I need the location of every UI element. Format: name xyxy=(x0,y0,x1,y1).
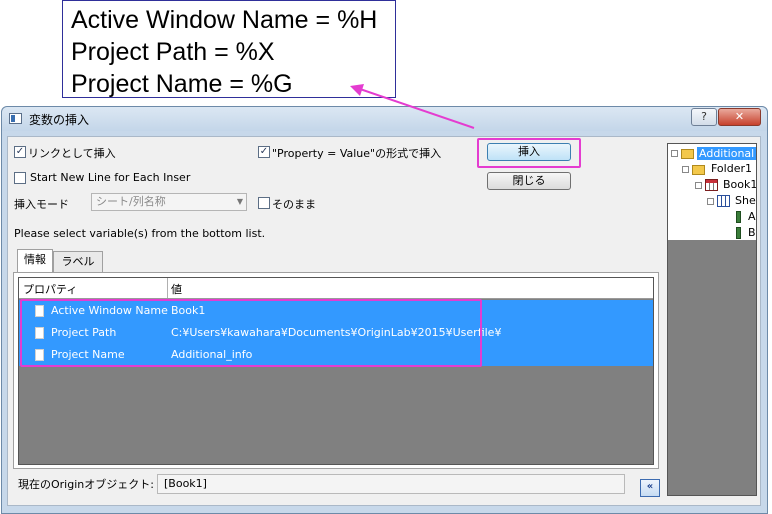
column-icon xyxy=(736,227,741,239)
insert-mode-select[interactable]: シート/列名称 ▼ xyxy=(91,193,247,211)
current-object-value: [Book1] xyxy=(164,477,207,490)
help-button[interactable]: ? xyxy=(691,108,717,126)
tree-node-col-b[interactable]: B xyxy=(748,226,756,239)
title-bar[interactable]: 変数の挿入 ? ✕ xyxy=(2,107,767,131)
insert-mode-label: 挿入モード xyxy=(14,198,69,211)
tree-node-book[interactable]: Book1 xyxy=(723,178,756,191)
tree-node-col-a[interactable]: A xyxy=(748,210,756,223)
variable-callout-box: Active Window Name = %H Project Path = %… xyxy=(62,0,396,98)
callout-line-3: Project Name = %G xyxy=(71,70,293,98)
collapse-button[interactable]: « xyxy=(640,479,660,497)
new-line-checkbox[interactable] xyxy=(14,172,26,184)
current-object-field: [Book1] xyxy=(157,474,625,494)
callout-line-2: Project Path = %X xyxy=(71,38,275,66)
tab-info[interactable]: 情報 xyxy=(17,249,53,273)
rows-highlight xyxy=(20,299,482,367)
as-is-label: そのまま xyxy=(272,198,316,211)
link-insert-checkbox[interactable]: ✓ xyxy=(14,146,26,158)
as-is-checkbox[interactable] xyxy=(258,197,270,209)
property-value-label: "Property = Value"の形式で挿入 xyxy=(272,147,442,160)
selection-hint: Please select variable(s) from the botto… xyxy=(14,227,266,240)
project-tree[interactable]: Additional Folder1 Book1 She A B xyxy=(667,143,757,496)
grid-header: プロパティ 値 xyxy=(19,278,653,299)
worksheet-icon xyxy=(717,195,730,207)
tab-label[interactable]: ラベル xyxy=(53,251,103,273)
chevron-down-icon: ▼ xyxy=(236,197,243,206)
grid-header-property: プロパティ xyxy=(23,283,78,296)
expand-icon[interactable] xyxy=(671,150,678,157)
new-line-label: Start New Line for Each Inser xyxy=(30,171,191,184)
tree-node-sheet[interactable]: She xyxy=(735,194,756,207)
link-insert-label: リンクとして挿入 xyxy=(28,147,116,160)
workbook-icon xyxy=(705,179,718,191)
window-title: 変数の挿入 xyxy=(29,113,90,127)
tree-node-root[interactable]: Additional xyxy=(697,147,756,160)
expand-icon[interactable] xyxy=(695,182,702,189)
current-object-label: 現在のOriginオブジェクト: xyxy=(18,478,154,491)
close-button[interactable]: 閉じる xyxy=(487,172,571,190)
folder-icon xyxy=(692,165,705,175)
property-value-checkbox[interactable]: ✓ xyxy=(258,146,270,158)
close-window-button[interactable]: ✕ xyxy=(718,108,761,126)
insert-button[interactable]: 挿入 xyxy=(487,143,571,161)
window-icon xyxy=(9,113,22,124)
column-separator[interactable] xyxy=(167,278,168,298)
expand-icon[interactable] xyxy=(707,198,714,205)
insert-mode-value: シート/列名称 xyxy=(96,195,166,208)
column-icon xyxy=(736,211,741,223)
callout-line-1: Active Window Name = %H xyxy=(71,6,378,34)
tree-node-folder[interactable]: Folder1 xyxy=(711,162,752,175)
expand-icon[interactable] xyxy=(682,166,689,173)
grid-header-value: 値 xyxy=(171,283,182,296)
folder-icon xyxy=(681,149,694,159)
